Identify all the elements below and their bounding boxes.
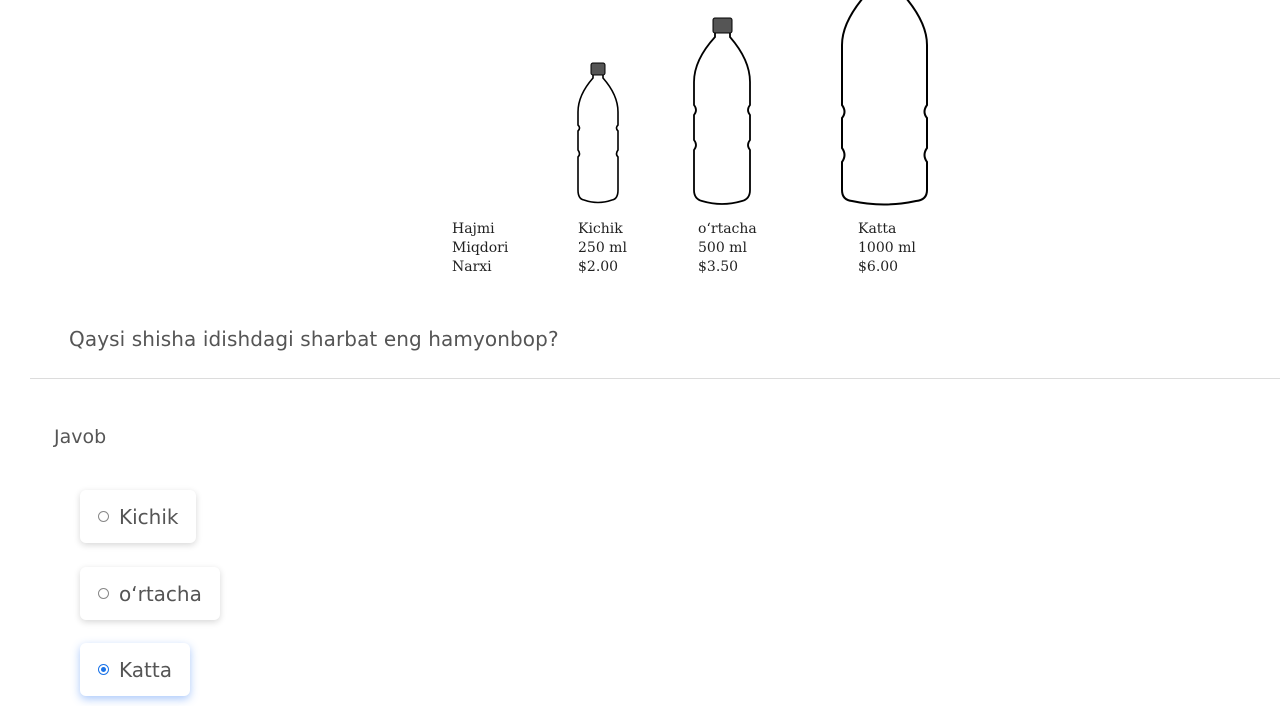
bottles-illustration	[577, 0, 928, 206]
radio-selected-icon[interactable]	[98, 664, 109, 675]
spec-column-medium: o‘rtacha 500 ml $3.50	[698, 220, 757, 277]
option-label: o‘rtacha	[119, 581, 202, 606]
large-price: $6.00	[858, 259, 899, 275]
header-price: Narxi	[452, 259, 492, 275]
small-name: Kichik	[578, 221, 623, 237]
small-price: $2.00	[578, 259, 619, 275]
large-volume: 1000 ml	[858, 240, 916, 256]
medium-name: o‘rtacha	[698, 221, 757, 237]
medium-volume: 500 ml	[698, 240, 747, 256]
divider	[30, 378, 1280, 379]
large-bottle-icon	[841, 0, 928, 206]
option-label: Kichik	[119, 504, 179, 529]
option-label: Katta	[119, 657, 172, 682]
small-bottle-icon	[577, 62, 619, 204]
bottle-comparison-figure: Hajmi Miqdori Narxi Kichik 250 ml $2.00 …	[0, 0, 1280, 290]
option-katta[interactable]: Katta	[80, 643, 190, 696]
radio-icon[interactable]	[98, 588, 109, 599]
answer-label: Javob	[54, 426, 107, 448]
option-kichik[interactable]: Kichik	[80, 490, 197, 543]
small-volume: 250 ml	[578, 240, 627, 256]
spec-row-headers: Hajmi Miqdori Narxi	[452, 220, 508, 277]
medium-price: $3.50	[698, 259, 739, 275]
medium-bottle-icon	[693, 17, 751, 205]
quiz-page: Hajmi Miqdori Narxi Kichik 250 ml $2.00 …	[0, 0, 1280, 706]
large-name: Katta	[858, 221, 897, 237]
header-size: Hajmi	[452, 221, 495, 237]
spec-column-small: Kichik 250 ml $2.00	[578, 220, 627, 277]
option-ortacha[interactable]: o‘rtacha	[80, 567, 220, 620]
question-text: Qaysi shisha idishdagi sharbat eng hamyo…	[69, 327, 559, 351]
spec-column-large: Katta 1000 ml $6.00	[858, 220, 916, 277]
radio-icon[interactable]	[98, 511, 109, 522]
header-volume: Miqdori	[452, 240, 509, 256]
